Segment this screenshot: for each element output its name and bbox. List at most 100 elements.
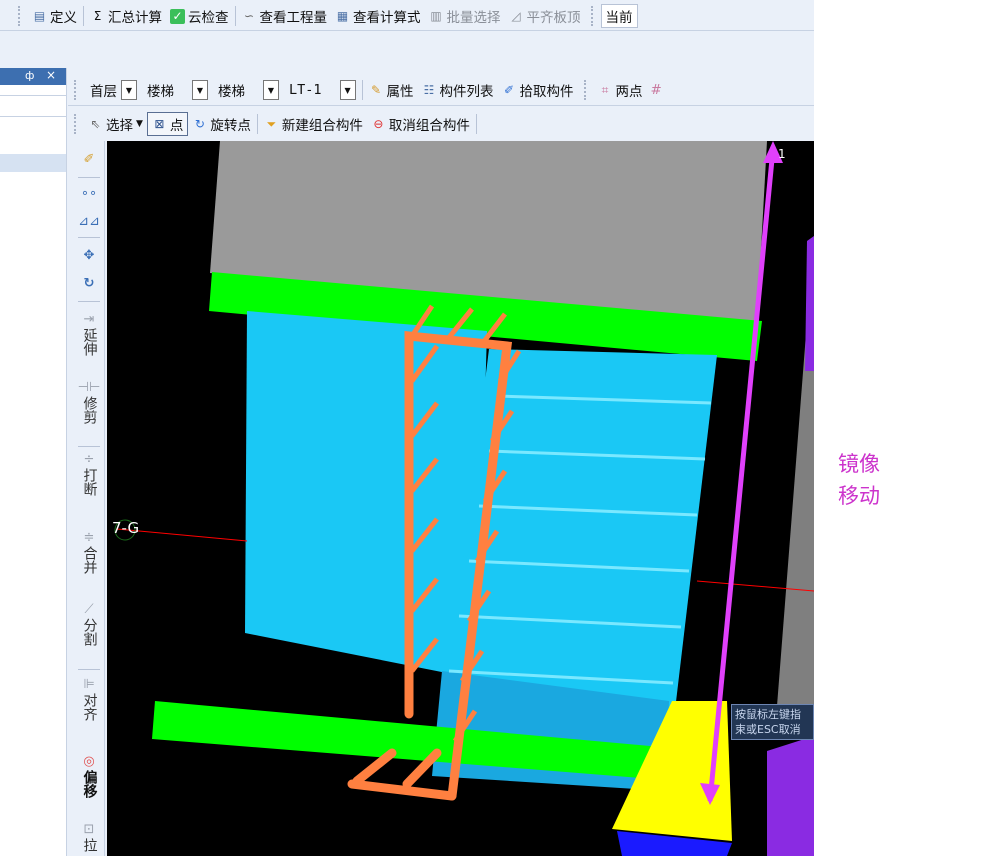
eyedropper-icon: ✐ [503, 83, 515, 97]
break-icon: ÷ [83, 452, 95, 467]
cancel-group-component-button[interactable]: ⊖ 取消组合构件 [367, 112, 474, 136]
axis-point-label: 7-G [112, 519, 140, 537]
toolbar-separator [78, 237, 100, 238]
batch-select-icon: ▥ [430, 9, 442, 23]
stretch-icon: ⊡ [83, 822, 95, 837]
component-type-select[interactable]: 楼梯 ▼ [141, 79, 208, 101]
purple-block-bottom [767, 736, 814, 856]
toolbar-grip[interactable] [590, 6, 597, 26]
new-group-component-button[interactable]: ⏷ 新建组合构件 [260, 112, 367, 136]
component-subtype-select[interactable]: 楼梯 ▼ [212, 79, 279, 101]
summary-calc-button[interactable]: Σ 汇总计算 [86, 4, 166, 28]
rotate-point-button[interactable]: ↻ 旋转点 [188, 112, 255, 136]
gray-wall-right [777, 316, 814, 706]
component-list-button[interactable]: ☷ 构件列表 [418, 78, 498, 102]
chevron-down-icon[interactable]: ▼ [121, 80, 137, 100]
batch-select-button[interactable]: ▥ 批量选择 [425, 4, 505, 28]
offset-tool[interactable]: ◎ 偏移 [74, 753, 104, 798]
brush-icon: ✐ [83, 152, 95, 167]
list-icon: ☷ [423, 83, 435, 97]
merge-icon: ≑ [83, 530, 95, 545]
trim-tool[interactable]: ⊣⊢ 修剪 [74, 379, 104, 424]
trim-icon: ⊣⊢ [77, 380, 101, 395]
left-panel: ф × [0, 68, 67, 856]
define-button[interactable]: ▤ 定义 [28, 4, 81, 28]
rotate-point-icon: ↻ [194, 117, 205, 131]
3d-viewport[interactable]: 7-G 1 [107, 141, 814, 856]
panel-tab-strip[interactable] [0, 154, 66, 172]
extend-icon: ⇥ [83, 312, 95, 327]
grid-icon: # [650, 82, 662, 98]
toolbar-grip[interactable] [583, 80, 590, 100]
view-formula-icon: ▦ [336, 9, 349, 23]
break-tool[interactable]: ÷ 打断 [74, 451, 104, 496]
chevron-down-icon[interactable]: ▼ [263, 80, 279, 100]
toolbar-separator [361, 80, 363, 100]
toolbar-grip[interactable] [18, 6, 24, 26]
split-tool[interactable]: ⟋ 分割 [74, 601, 104, 646]
pick-component-button[interactable]: ✐ 拾取构件 [498, 78, 578, 102]
sigma-icon: Σ [93, 9, 102, 23]
chevron-down-icon[interactable]: ▼ [192, 80, 208, 100]
toolbar-separator [78, 446, 100, 447]
toolbar-separator [78, 177, 100, 178]
grid-button[interactable]: # [647, 78, 666, 102]
two-points-button[interactable]: ⌗ 两点 [594, 78, 647, 102]
point-box-icon: ⊠ [154, 117, 165, 131]
pin-icon[interactable]: ф [25, 69, 34, 82]
axis-grid-icon: ⌗ [601, 82, 609, 97]
toolbar-separator [475, 114, 477, 134]
view-quantity-button[interactable]: ∽ 查看工程量 [238, 4, 332, 28]
chevron-down-icon[interactable]: ▼ [339, 80, 356, 100]
view-formula-button[interactable]: ▦ 查看计算式 [331, 4, 425, 28]
copy-icon: ∘∘ [80, 186, 98, 201]
merge-tool[interactable]: ≑ 合并 [74, 529, 104, 574]
mirror-tool[interactable]: ⊿⊿ [74, 213, 104, 230]
cloud-check-icon: ✓ [170, 8, 185, 24]
funnel-icon: ⏷ [266, 116, 277, 131]
move-tool[interactable]: ✥ [74, 247, 104, 264]
properties-icon: ✎ [370, 83, 382, 97]
toolbar-grip[interactable] [74, 114, 80, 134]
align-slab-top-button[interactable]: ◿ 平齐板顶 [505, 4, 585, 28]
properties-button[interactable]: ✎ 属性 [365, 78, 418, 102]
stretch-tool[interactable]: ⊡ 拉 [74, 821, 104, 852]
cancel-icon: ⊖ [373, 117, 384, 131]
align-tool[interactable]: ⊫ 对齐 [74, 676, 104, 721]
component-name-select[interactable]: LT-1 ▼ [283, 79, 356, 101]
annotation-text: 镜像 移动 [838, 452, 880, 508]
chevron-down-icon[interactable]: ▼ [136, 119, 143, 129]
brush-tool[interactable]: ✐ [74, 151, 104, 168]
select-button[interactable]: ⇖ 选择 ▼ [84, 112, 147, 136]
panel-divider [0, 116, 66, 117]
panel-divider [0, 95, 66, 96]
toolbar-separator [256, 114, 258, 134]
align-icon: ⊫ [83, 677, 95, 692]
scene-canvas [114, 141, 814, 856]
component-toolbar: 首层 ▼ 楼梯 ▼ 楼梯 ▼ LT-1 ▼ ✎ 属性 ☷ 构件列表 ✐ 拾取构件… [68, 75, 814, 106]
close-icon[interactable]: × [46, 68, 56, 82]
copy-tool[interactable]: ∘∘ [74, 185, 104, 202]
cursor-icon: ⇖ [90, 117, 101, 131]
status-tooltip: 按鼠标左键指 束或ESC取消 [731, 704, 814, 740]
cloud-check-button[interactable]: ✓ 云检查 [166, 4, 233, 28]
toolbar-separator [83, 6, 84, 26]
move-icon: ✥ [83, 248, 95, 263]
align-slab-icon: ◿ [511, 9, 521, 23]
current-layer-label[interactable]: 当前 [600, 4, 638, 28]
stair-block-left [245, 311, 487, 679]
edit-toolbar: ✐ ∘∘ ⊿⊿ ✥ ↻ ⇥ 延伸 ⊣⊢ 修剪 ÷ 打断 ≑ 合并 ⟋ 分割 ⊫ … [74, 141, 105, 856]
panel-header: ф × [0, 68, 66, 85]
floor-select[interactable]: 首层 ▼ [84, 79, 137, 101]
define-icon: ▤ [33, 9, 46, 23]
point-button[interactable]: ⊠ 点 [146, 112, 189, 136]
rotate-tool[interactable]: ↻ [74, 275, 104, 292]
toolbar-separator [78, 301, 100, 302]
toolbar-grip[interactable] [74, 80, 80, 100]
axis-number-label: 1 [778, 147, 786, 161]
app-window: ▤ 定义 Σ 汇总计算 ✓ 云检查 ∽ 查看工程量 ▦ 查看计算式 ▥ 批量选择… [0, 0, 814, 856]
toolbar-separator [78, 669, 100, 670]
mirror-icon: ⊿⊿ [78, 214, 100, 229]
extend-tool[interactable]: ⇥ 延伸 [74, 311, 104, 356]
purple-block-top [805, 236, 814, 371]
